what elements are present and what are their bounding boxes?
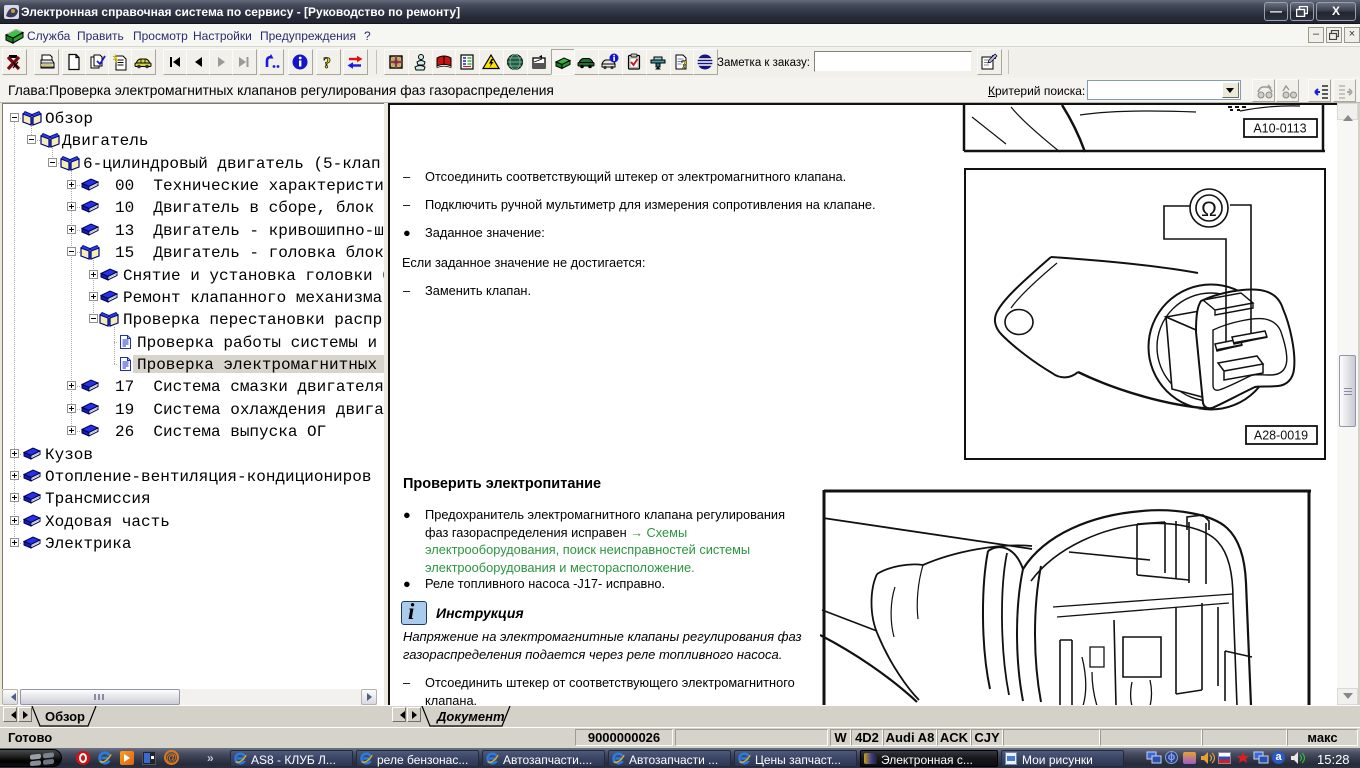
svg-text:?: ? — [681, 57, 688, 71]
svg-text:A28-0019: A28-0019 — [1254, 429, 1308, 443]
svg-text:A10-0113: A10-0113 — [1253, 122, 1306, 136]
svg-text:Ω: Ω — [1201, 198, 1217, 221]
svg-text:?: ? — [323, 55, 331, 71]
